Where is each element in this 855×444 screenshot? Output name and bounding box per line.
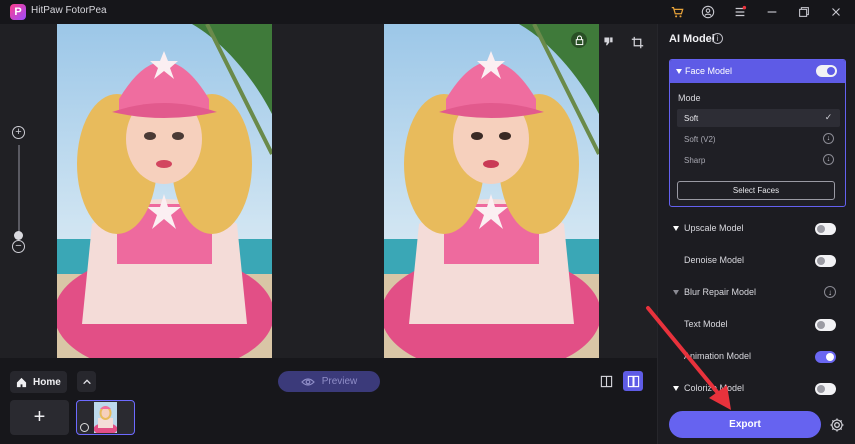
home-label: Home (33, 376, 61, 388)
animation-model-toggle[interactable] (815, 351, 836, 363)
restore-icon[interactable] (795, 3, 813, 21)
check-icon: ✓ (824, 112, 833, 122)
zoom-slider-thumb[interactable] (14, 231, 23, 240)
mode-option-label: Soft (V2) (684, 134, 716, 144)
menu-icon[interactable] (731, 3, 749, 21)
upscale-model-toggle[interactable] (815, 223, 836, 235)
single-view-icon (600, 375, 612, 387)
model-label: Upscale Model (684, 223, 744, 233)
chevron-up-icon (82, 378, 91, 384)
account-icon[interactable] (699, 3, 717, 21)
preview-label: Preview (321, 376, 358, 387)
info-icon[interactable]: i (712, 33, 723, 44)
pending-clock-icon (80, 423, 89, 432)
model-label: Colorize Model (684, 383, 745, 393)
model-label: Animation Model (684, 351, 752, 361)
download-icon[interactable]: ↓ (823, 154, 834, 165)
caret-down-icon (673, 386, 679, 391)
model-row-upscale[interactable]: Upscale Model (669, 219, 846, 239)
caret-down-icon (676, 69, 682, 74)
zoom-slider-track[interactable] (18, 145, 20, 237)
image-thumbnail[interactable] (76, 400, 135, 435)
download-icon[interactable]: ↓ (824, 286, 836, 298)
single-view-button[interactable] (596, 371, 616, 391)
mode-option-label: Soft (684, 113, 699, 123)
compare-lock-icon[interactable] (571, 32, 587, 48)
enhanced-image (384, 24, 599, 358)
app-title: HitPaw FotorPea (31, 5, 107, 16)
canvas-area: + − (0, 24, 657, 358)
original-image (57, 24, 272, 358)
eye-icon (300, 377, 315, 386)
caret-down-icon (673, 226, 679, 231)
close-icon[interactable] (827, 3, 845, 21)
model-row-text[interactable]: Text Model (669, 315, 846, 335)
select-faces-button[interactable]: Select Faces (677, 181, 835, 200)
bottom-bar: Home + Preview (0, 358, 657, 444)
app-logo: P (10, 4, 26, 20)
model-row-blur-repair[interactable]: Blur Repair Model ↓ (669, 283, 846, 303)
split-view-icon (627, 375, 639, 387)
crop-icon[interactable] (629, 34, 645, 50)
zoom-out-button[interactable]: − (12, 240, 25, 253)
zoom-in-button[interactable]: + (12, 126, 25, 139)
face-model-section: Face Model Mode Soft ✓ Soft (V2) ↓ Sharp… (669, 59, 846, 207)
home-icon (16, 377, 27, 387)
ai-model-panel: AI Model i Face Model Mode Soft ✓ Soft (… (657, 24, 855, 444)
mode-label: Mode (678, 93, 701, 103)
mode-option-sharp[interactable]: Sharp ↓ (677, 151, 840, 169)
model-row-colorize[interactable]: Colorize Model (669, 379, 846, 399)
denoise-model-toggle[interactable] (815, 255, 836, 267)
caret-down-icon (673, 290, 679, 295)
dislike-icon[interactable] (600, 33, 616, 49)
face-model-label: Face Model (685, 66, 733, 76)
preview-button[interactable]: Preview (278, 371, 380, 392)
download-icon[interactable]: ↓ (823, 133, 834, 144)
gear-icon[interactable] (829, 417, 845, 433)
text-model-toggle[interactable] (815, 319, 836, 331)
model-label: Denoise Model (684, 255, 745, 265)
model-row-denoise[interactable]: Denoise Model (669, 251, 846, 271)
face-model-header[interactable]: Face Model (670, 60, 845, 83)
mode-option-label: Sharp (684, 155, 706, 165)
panel-title: AI Model (669, 33, 715, 45)
title-bar: P HitPaw FotorPea (0, 0, 855, 24)
model-row-animation[interactable]: Animation Model (669, 347, 846, 367)
zoom-control: + − (12, 124, 26, 254)
add-image-button[interactable]: + (10, 400, 69, 435)
export-button[interactable]: Export (669, 411, 821, 438)
thumbnail-image (93, 402, 118, 434)
split-view-button[interactable] (623, 371, 643, 391)
mode-option-soft-v2[interactable]: Soft (V2) ↓ (677, 130, 840, 148)
collapse-button[interactable] (77, 371, 96, 392)
cart-icon[interactable] (668, 3, 686, 21)
face-model-toggle[interactable] (816, 65, 837, 77)
minimize-icon[interactable] (763, 3, 781, 21)
model-label: Blur Repair Model (684, 287, 757, 297)
home-button[interactable]: Home (10, 371, 67, 393)
colorize-model-toggle[interactable] (815, 383, 836, 395)
mode-option-soft[interactable]: Soft ✓ (677, 109, 840, 127)
model-label: Text Model (684, 319, 728, 329)
